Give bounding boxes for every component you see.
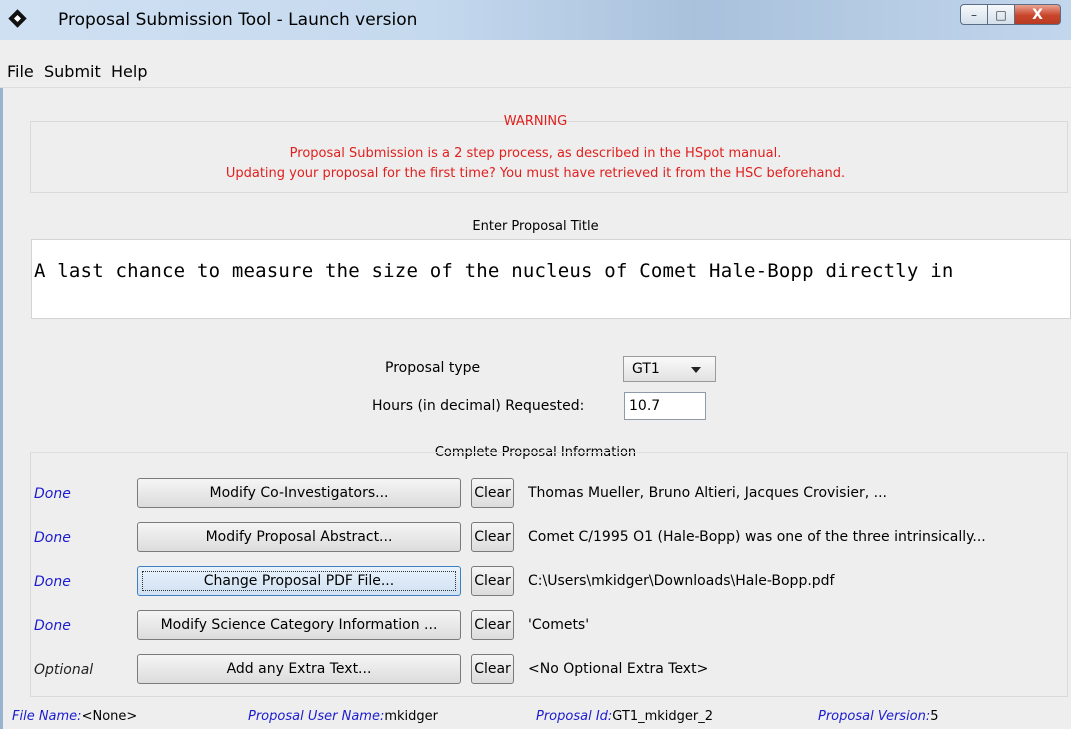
user-name-key: Proposal User Name: [248, 709, 385, 724]
proposal-title-value: A last chance to measure the size of the… [34, 260, 954, 282]
modify-science-category-button[interactable]: Modify Science Category Information ... [137, 610, 461, 640]
status-file-name: File Name:<None> [12, 709, 137, 724]
status-abstract: Done [34, 530, 71, 546]
co-investigators-info: Thomas Mueller, Bruno Altieri, Jacques C… [528, 485, 887, 501]
app-icon [8, 9, 27, 28]
proposal-id-value: GT1_mkidger_2 [612, 709, 714, 724]
add-extra-text-button[interactable]: Add any Extra Text... [137, 654, 461, 684]
modify-co-investigators-button[interactable]: Modify Co-Investigators... [137, 478, 461, 508]
proposal-version-value: 5 [930, 709, 939, 724]
warning-title: WARNING [503, 114, 568, 129]
app-window: Proposal Submission Tool - Launch versio… [0, 0, 1071, 729]
close-button[interactable]: X [1015, 4, 1061, 25]
menu-file[interactable]: File [7, 62, 34, 81]
change-pdf-button[interactable]: Change Proposal PDF File... [137, 566, 461, 596]
clear-co-investigators-button[interactable]: Clear [471, 478, 514, 508]
status-co-investigators: Done [34, 486, 71, 502]
clear-extra-text-button[interactable]: Clear [471, 654, 514, 684]
user-name-value: mkidger [384, 709, 438, 724]
status-extra-text: Optional [34, 662, 94, 678]
menu-bar: File Submit Help [0, 57, 1071, 88]
proposal-type-dropdown[interactable]: GT1 [623, 356, 716, 382]
minimize-icon: – [971, 7, 977, 22]
close-icon: X [1032, 6, 1043, 23]
proposal-title-label: Enter Proposal Title [472, 219, 599, 234]
abstract-info: Comet C/1995 O1 (Hale-Bopp) was one of t… [528, 529, 986, 545]
proposal-id-key: Proposal Id: [536, 709, 613, 724]
hours-input[interactable]: 10.7 [624, 392, 706, 420]
minimize-button[interactable]: – [960, 4, 988, 25]
extra-text-info: <No Optional Extra Text> [528, 661, 709, 677]
title-bar[interactable]: Proposal Submission Tool - Launch versio… [0, 0, 1071, 40]
chevron-down-icon [691, 367, 701, 373]
window-left-edge [0, 87, 3, 729]
file-name-key: File Name: [12, 709, 82, 724]
clear-pdf-button[interactable]: Clear [471, 566, 514, 596]
status-user-name: Proposal User Name:mkidger [248, 709, 438, 724]
maximize-button[interactable]: □ [988, 4, 1015, 25]
proposal-type-value: GT1 [632, 361, 660, 377]
file-name-value: <None> [81, 709, 138, 724]
clear-abstract-button[interactable]: Clear [471, 522, 514, 552]
status-pdf: Done [34, 574, 71, 590]
warning-line-2: Updating your proposal for the first tim… [225, 166, 846, 181]
science-category-info: 'Comets' [528, 617, 590, 633]
window-controls: – □ X [960, 4, 1061, 26]
menu-submit[interactable]: Submit [44, 62, 101, 81]
proposal-version-key: Proposal Version: [818, 709, 931, 724]
status-proposal-version: Proposal Version:5 [818, 709, 939, 724]
status-science-category: Done [34, 618, 71, 634]
pdf-info: C:\Users\mkidger\Downloads\Hale-Bopp.pdf [528, 573, 835, 589]
warning-line-1: Proposal Submission is a 2 step process,… [289, 146, 782, 161]
status-proposal-id: Proposal Id:GT1_mkidger_2 [536, 709, 713, 724]
menu-help[interactable]: Help [111, 62, 147, 81]
hours-label: Hours (in decimal) Requested: [372, 398, 585, 414]
proposal-title-input[interactable]: A last chance to measure the size of the… [31, 239, 1071, 319]
status-bar: File Name:<None> Proposal User Name:mkid… [0, 701, 1071, 729]
window-title: Proposal Submission Tool - Launch versio… [58, 10, 418, 30]
maximize-icon: □ [995, 7, 1007, 22]
clear-science-category-button[interactable]: Clear [471, 610, 514, 640]
modify-abstract-button[interactable]: Modify Proposal Abstract... [137, 522, 461, 552]
proposal-type-label: Proposal type [385, 360, 481, 376]
